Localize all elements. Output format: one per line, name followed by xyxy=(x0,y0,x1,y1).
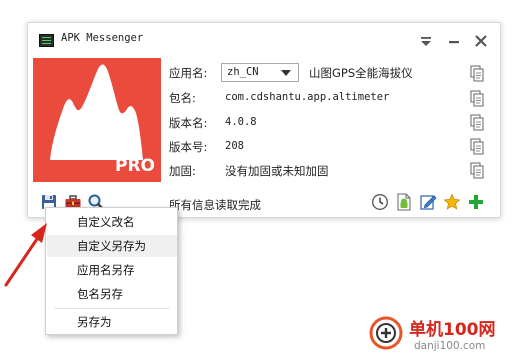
watermark-logo-icon xyxy=(369,316,403,350)
watermark-url: danji100.com xyxy=(414,340,486,352)
watermark-name: 单机100网 xyxy=(409,320,496,340)
annotation-arrow xyxy=(4,223,47,287)
